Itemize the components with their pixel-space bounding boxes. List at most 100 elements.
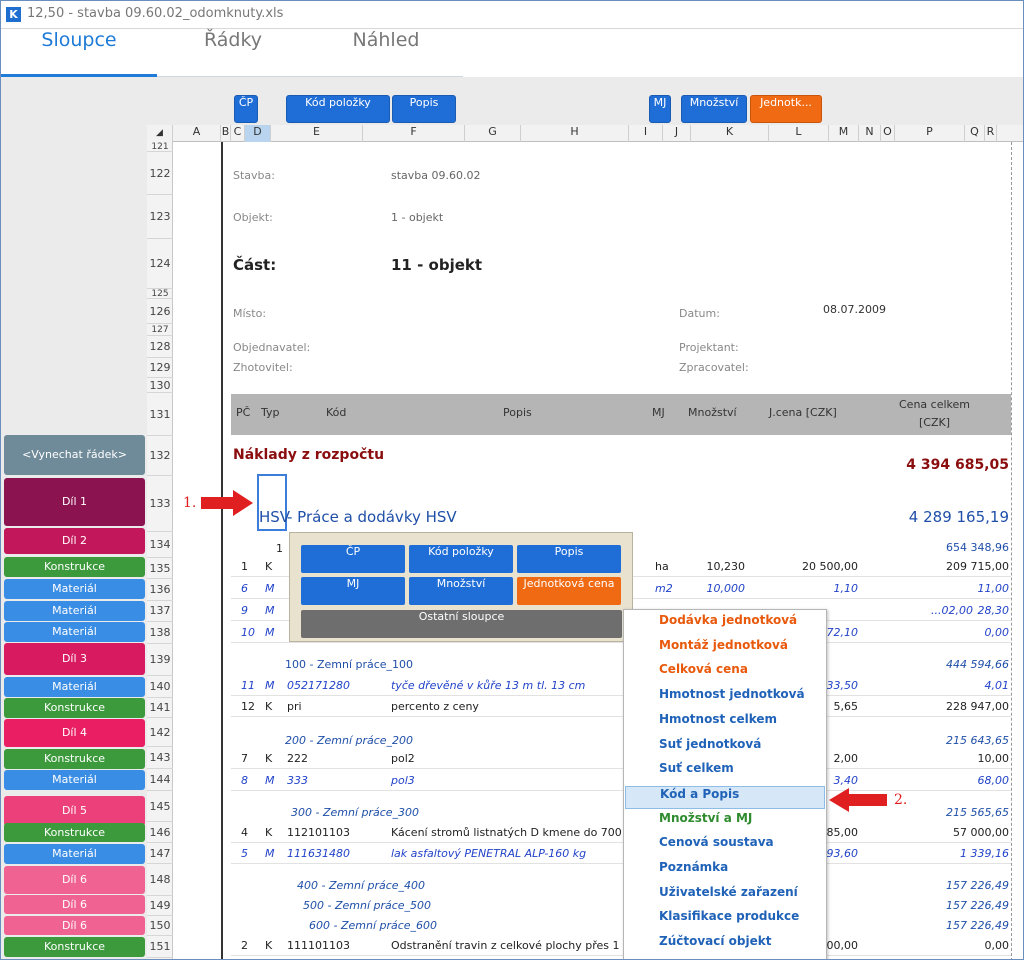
row-number[interactable]: 124 (147, 239, 173, 289)
row-type-button[interactable]: Díl 1 (4, 478, 145, 526)
row-number[interactable]: 141 (147, 698, 173, 718)
skip-row-button[interactable]: <Vynechat řádek> (4, 435, 145, 475)
row-type-button[interactable]: Konstrukce (4, 823, 145, 842)
row-number[interactable]: 147 (147, 843, 173, 864)
column-header[interactable]: I (629, 125, 663, 142)
column-mapping-button[interactable]: Kód položky (286, 95, 390, 123)
row-type-button[interactable]: Díl 6 (4, 895, 145, 914)
row-type-button[interactable]: Díl 3 (4, 643, 145, 675)
column-mapping-button[interactable]: MJ (649, 95, 671, 123)
menu-item[interactable]: Poznámka (625, 860, 825, 883)
row-type-button[interactable]: Konstrukce (4, 937, 145, 957)
column-header[interactable]: G (465, 125, 521, 142)
column-mapping-button[interactable]: ČP (234, 95, 258, 123)
row-type-button[interactable]: Díl 5 (4, 796, 145, 826)
row-number[interactable]: 139 (147, 644, 173, 676)
row-number[interactable]: 142 (147, 718, 173, 747)
column-header[interactable]: C (231, 125, 245, 142)
popup-column-button[interactable]: ČP (301, 545, 405, 573)
row-number[interactable]: 134 (147, 532, 173, 558)
menu-item[interactable]: Zúčtovací objekt (625, 934, 825, 957)
row-number[interactable]: 129 (147, 358, 173, 378)
row-number[interactable]: 144 (147, 769, 173, 791)
column-header[interactable]: M (829, 125, 859, 142)
row-number[interactable]: 137 (147, 600, 173, 622)
row-number[interactable]: 133 (147, 476, 173, 532)
row-number[interactable]: 123 (147, 195, 173, 239)
row-type-button[interactable]: Materiál (4, 601, 145, 621)
popup-column-button[interactable]: Kód položky (409, 545, 513, 573)
row-number[interactable]: 145 (147, 791, 173, 822)
popup-column-button[interactable]: Množství (409, 577, 513, 605)
menu-item[interactable]: Montáž jednotková (625, 638, 825, 661)
column-header[interactable]: B (221, 125, 231, 142)
menu-item[interactable]: Suť celkem (625, 761, 825, 784)
column-header[interactable]: N (859, 125, 881, 142)
select-all-corner[interactable]: ◢ (147, 125, 173, 142)
row-type-button[interactable]: Díl 2 (4, 528, 145, 554)
menu-item[interactable]: Hmotnost jednotková (625, 687, 825, 710)
row-type-button[interactable]: Konstrukce (4, 698, 145, 718)
column-header[interactable]: F (363, 125, 465, 142)
menu-item[interactable]: Celková cena (625, 662, 825, 685)
row-number[interactable]: 121 (147, 142, 173, 152)
column-header[interactable]: P (895, 125, 965, 142)
row-number[interactable]: 146 (147, 822, 173, 843)
column-header[interactable]: K (691, 125, 769, 142)
tab-radky[interactable]: Řádky (157, 29, 309, 77)
row-type-button[interactable]: Konstrukce (4, 749, 145, 769)
row-number[interactable]: 125 (147, 289, 173, 299)
menu-item[interactable]: Množství a MJ (625, 811, 825, 834)
column-header[interactable]: L (769, 125, 829, 142)
row-type-button[interactable]: Materiál (4, 579, 145, 599)
menu-item[interactable]: Suť jednotková (625, 737, 825, 760)
row-number[interactable]: 131 (147, 393, 173, 436)
row-type-button[interactable]: Materiál (4, 677, 145, 697)
row-type-button[interactable]: Díl 4 (4, 719, 145, 747)
popup-column-button[interactable]: MJ (301, 577, 405, 605)
column-header[interactable]: J (663, 125, 691, 142)
column-mapping-button[interactable]: Jednotk... (750, 95, 822, 123)
column-mapping-button[interactable]: Popis (392, 95, 456, 123)
row-number[interactable]: 136 (147, 579, 173, 601)
menu-item[interactable]: Klasifikace produkce (625, 909, 825, 932)
row-number[interactable]: 135 (147, 558, 173, 579)
row-number[interactable]: 149 (147, 896, 173, 916)
column-mapping-button[interactable]: Množství (681, 95, 747, 123)
menu-item[interactable]: Uživatelské zařazení (625, 885, 825, 908)
menu-item[interactable]: Dodávka jednotková (625, 613, 825, 636)
row-type-button[interactable]: Díl 6 (4, 916, 145, 935)
column-header[interactable]: H (521, 125, 629, 142)
row-type-button[interactable]: Materiál (4, 844, 145, 864)
column-header[interactable]: O (881, 125, 895, 142)
row-type-button[interactable]: Konstrukce (4, 557, 145, 577)
other-columns-button[interactable]: Ostatní sloupce (301, 610, 622, 638)
row-type-button[interactable]: Materiál (4, 622, 145, 642)
row-number[interactable]: 138 (147, 622, 173, 644)
row-number[interactable]: 148 (147, 864, 173, 896)
tab-sloupce[interactable]: Sloupce (1, 29, 157, 77)
row-type-button[interactable]: Materiál (4, 770, 145, 790)
row-number[interactable]: 128 (147, 336, 173, 358)
row-number[interactable]: 127 (147, 324, 173, 336)
row-number[interactable]: 150 (147, 916, 173, 936)
column-header[interactable]: D (245, 125, 271, 142)
row-type-button[interactable]: Díl 6 (4, 866, 145, 894)
row-number[interactable]: 126 (147, 299, 173, 324)
popup-column-button[interactable]: Popis (517, 545, 621, 573)
column-header[interactable]: Q (965, 125, 985, 142)
column-header[interactable]: E (271, 125, 363, 142)
row-number[interactable]: 132 (147, 436, 173, 476)
menu-item-kod-a-popis[interactable]: Kód a Popis (625, 785, 825, 809)
menu-item[interactable]: Hmotnost celkem (625, 712, 825, 735)
row-number[interactable]: 143 (147, 747, 173, 769)
column-header[interactable]: A (173, 125, 221, 142)
column-header[interactable]: R (985, 125, 997, 142)
row-number[interactable]: 140 (147, 676, 173, 698)
row-number[interactable]: 122 (147, 152, 173, 195)
popup-column-button[interactable]: Jednotková cena (517, 577, 621, 605)
row-number[interactable]: 151 (147, 936, 173, 958)
row-number[interactable]: 130 (147, 378, 173, 393)
tab-nahled[interactable]: Náhled (309, 29, 463, 77)
menu-item[interactable]: Cenová soustava (625, 835, 825, 858)
